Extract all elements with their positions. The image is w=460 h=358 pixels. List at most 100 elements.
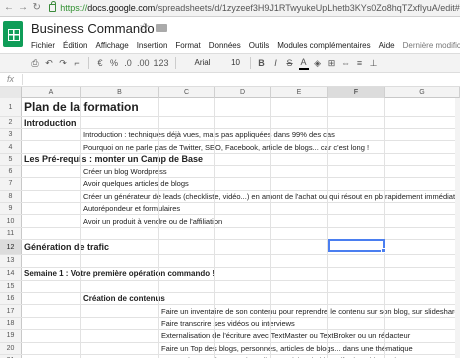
menu-item[interactable]: Édition xyxy=(63,41,87,50)
undo-icon[interactable]: ↶ xyxy=(44,56,54,70)
bold-button[interactable]: B xyxy=(257,56,267,70)
cell-a5[interactable]: Les Pré-requis : monter un Camp de Base xyxy=(24,154,203,165)
star-icon[interactable]: ☆ xyxy=(139,20,150,34)
menu-item[interactable]: Insertion xyxy=(137,41,168,50)
decrease-decimals-button[interactable]: .0 xyxy=(123,56,133,70)
url-text[interactable]: https://docs.google.com/spreadsheets/d/1… xyxy=(60,3,460,13)
font-size-select[interactable]: 10 xyxy=(228,56,244,70)
row-header[interactable]: 11 xyxy=(0,227,22,240)
cell-b3[interactable]: Introduction : techniques déjà vues, mai… xyxy=(83,129,335,140)
document-title[interactable]: Business Commando xyxy=(31,21,155,36)
row-header[interactable]: 15 xyxy=(0,280,22,292)
back-arrow-icon[interactable]: ← xyxy=(4,3,14,13)
forward-arrow-icon[interactable]: → xyxy=(18,3,28,13)
row-header[interactable]: 14 xyxy=(0,267,22,280)
row-header[interactable]: 19 xyxy=(0,330,22,342)
selected-cell-f12[interactable] xyxy=(328,239,386,253)
merge-cells-icon[interactable]: ⇔ xyxy=(341,56,351,70)
menu-item[interactable]: Modules complémentaires xyxy=(277,41,370,50)
row-header[interactable]: 17 xyxy=(0,305,22,317)
print-icon[interactable]: ⎙ xyxy=(30,56,40,70)
docs-header: Business Commando ☆ Fichier Édition Affich… xyxy=(0,17,460,53)
column-header-g[interactable]: G xyxy=(385,87,460,98)
select-all-corner[interactable] xyxy=(0,87,22,98)
menu-item[interactable]: Format xyxy=(175,41,200,50)
cell-b6[interactable]: Créer un blog Wordpress xyxy=(83,166,167,177)
borders-icon[interactable]: ⊞ xyxy=(327,56,337,70)
reload-icon[interactable]: ↻ xyxy=(32,3,41,13)
row-header[interactable]: 7 xyxy=(0,178,22,190)
column-header-d[interactable]: D xyxy=(215,87,271,98)
row-header[interactable]: 8 xyxy=(0,190,22,202)
column-header-f[interactable]: F xyxy=(328,87,385,98)
menu-item[interactable]: Affichage xyxy=(95,41,128,50)
formula-bar: fx xyxy=(0,73,460,87)
folder-icon[interactable] xyxy=(156,24,167,32)
number-format-button[interactable]: 123 xyxy=(154,56,169,70)
fill-handle[interactable] xyxy=(381,248,386,253)
table-row: 15 xyxy=(0,280,460,293)
cell-b10[interactable]: Avoir un produit à vendre ou de l'affili… xyxy=(83,215,222,226)
column-header-a[interactable]: A xyxy=(22,87,81,98)
paint-format-icon[interactable]: ⌐ xyxy=(72,56,82,70)
cell-b8[interactable]: Créer un générateur de leads (checkliste… xyxy=(83,191,460,202)
row-header[interactable]: 3 xyxy=(0,129,22,141)
table-row: 19 Externalisation de l'écriture avec Tex… xyxy=(0,330,460,343)
row-header[interactable]: 2 xyxy=(0,117,22,128)
menu-item[interactable]: Fichier xyxy=(31,41,55,50)
currency-format-icon[interactable]: € xyxy=(95,56,105,70)
browser-address-bar[interactable]: ← → ↻ https://docs.google.com/spreadshee… xyxy=(0,0,460,17)
menu-item[interactable]: Données xyxy=(209,41,241,50)
last-modified-link[interactable]: Dernière modification xyxy=(403,41,460,50)
row-header[interactable]: 4 xyxy=(0,141,22,153)
cell-c17[interactable]: Faire un inventaire de son contenu pour … xyxy=(161,305,460,316)
vertical-scrollbar[interactable] xyxy=(455,98,460,358)
cell-b7[interactable]: Avoir quelques articles de blogs xyxy=(83,178,189,189)
formula-input[interactable] xyxy=(22,74,458,85)
sheets-logo-icon[interactable] xyxy=(3,21,23,47)
italic-button[interactable]: I xyxy=(271,56,281,70)
font-family-select[interactable]: Arial xyxy=(182,56,224,70)
cell-a2[interactable]: Introduction xyxy=(24,117,77,128)
cell-a12[interactable]: Génération de trafic xyxy=(24,240,109,254)
table-row: 8 Créer un générateur de leads (checklist… xyxy=(0,190,460,203)
row-header[interactable]: 5 xyxy=(0,153,22,165)
align-icon[interactable]: ≡ xyxy=(355,56,365,70)
cell-a14[interactable]: Semaine 1 : Votre première opération com… xyxy=(24,268,215,280)
row-header[interactable]: 16 xyxy=(0,293,22,305)
percent-format-button[interactable]: % xyxy=(109,56,119,70)
increase-decimals-button[interactable]: .00 xyxy=(137,56,150,70)
cell-b9[interactable]: Autorépondeur et formulaires xyxy=(83,203,180,214)
fill-color-icon[interactable]: ◈ xyxy=(313,56,323,70)
cell-b16[interactable]: Création de contenus xyxy=(83,293,165,304)
row-header[interactable]: 6 xyxy=(0,165,22,178)
grid-column-line xyxy=(327,98,328,358)
formatting-toolbar: ⎙ ↶ ↷ ⌐ € % .0 .00 123 Arial 10 B I S A … xyxy=(0,53,460,73)
column-header-c[interactable]: C xyxy=(159,87,215,98)
menu-item[interactable]: Aide xyxy=(379,41,395,50)
row-header[interactable]: 1 xyxy=(0,98,22,116)
redo-icon[interactable]: ↷ xyxy=(58,56,68,70)
table-row: 5 Les Pré-requis : monter un Camp de Base xyxy=(0,153,460,166)
row-header[interactable]: 13 xyxy=(0,255,22,267)
row-header[interactable]: 12 xyxy=(0,240,22,255)
cell-c20[interactable]: Faire un Top des blogs, personnes, artic… xyxy=(161,343,413,354)
cell-a1[interactable]: Plan de la formation xyxy=(24,98,139,116)
table-row: 9 Autorépondeur et formulaires xyxy=(0,203,460,216)
vertical-align-icon[interactable]: ⊥ xyxy=(369,56,379,70)
row-header[interactable]: 10 xyxy=(0,215,22,227)
menu-item[interactable]: Outils xyxy=(249,41,269,50)
table-row: 18 Faire transcrire ses vidéos ou intervi… xyxy=(0,317,460,331)
cell-c19[interactable]: Externalisation de l'écriture avec TextM… xyxy=(161,330,410,341)
strikethrough-button[interactable]: S xyxy=(285,56,295,70)
row-header[interactable]: 9 xyxy=(0,203,22,215)
column-header-e[interactable]: E xyxy=(271,87,328,98)
toolbar-divider xyxy=(174,57,176,69)
table-row: 14 Semaine 1 : Votre première opération c… xyxy=(0,267,460,281)
spreadsheet-grid[interactable]: 1 Plan de la formation 2 Introduction 3 Intro… xyxy=(0,98,460,358)
text-color-button[interactable]: A xyxy=(298,57,309,70)
cell-c18[interactable]: Faire transcrire ses vidéos ou interview… xyxy=(161,318,295,329)
column-header-b[interactable]: B xyxy=(81,87,159,98)
row-header[interactable]: 20 xyxy=(0,342,22,354)
row-header[interactable]: 18 xyxy=(0,317,22,330)
